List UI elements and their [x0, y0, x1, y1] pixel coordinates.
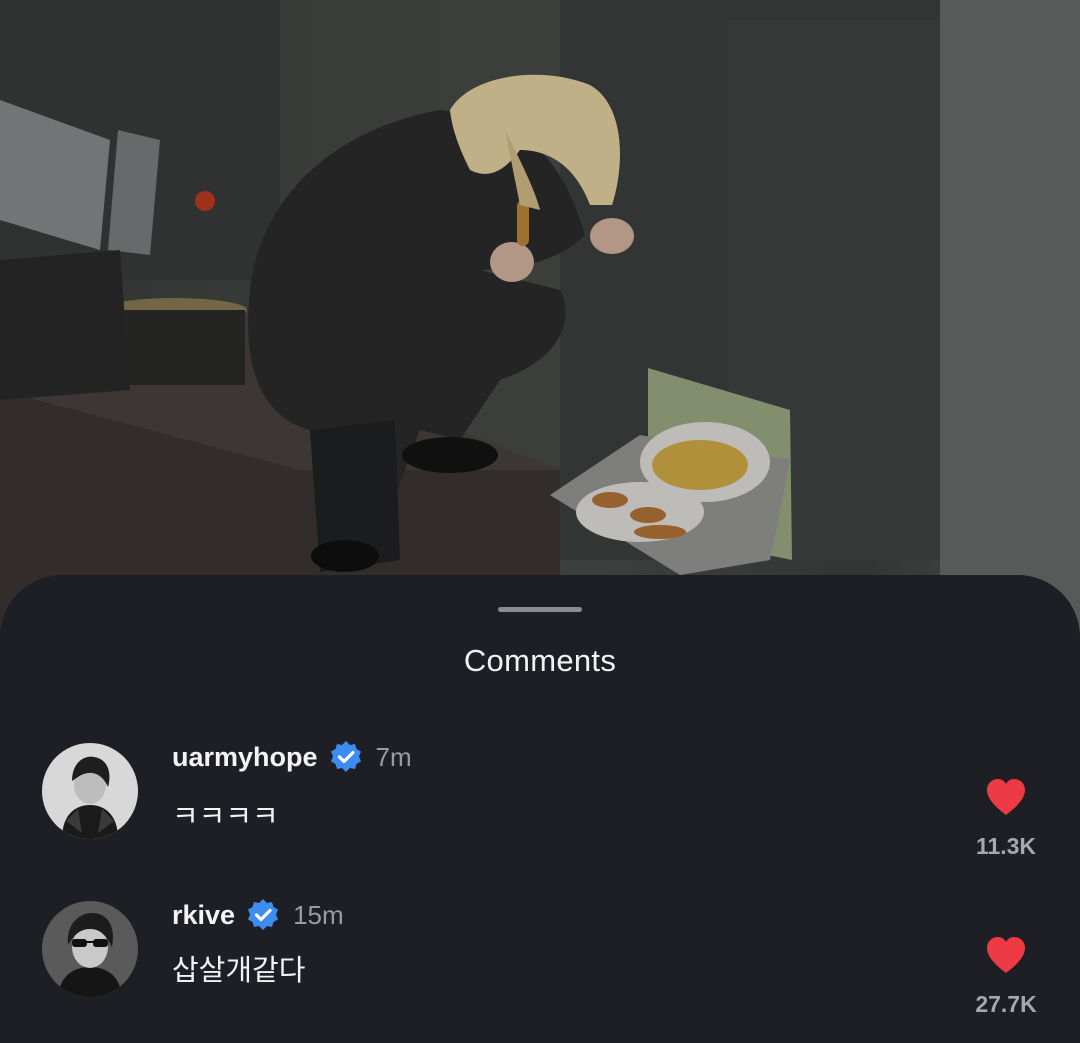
comment-username[interactable]: uarmyhope [172, 742, 318, 773]
verified-badge-icon [245, 897, 281, 933]
screen: Comments uarmyhope 7m ㅋㅋㅋㅋ 11.3K rkive 1… [0, 0, 1080, 1043]
comments-sheet: Comments uarmyhope 7m ㅋㅋㅋㅋ 11.3K rkive 1… [0, 575, 1080, 1043]
comment-time: 15m [293, 899, 344, 930]
comment-username[interactable]: rkive [172, 900, 235, 931]
photo-illustration [0, 0, 1080, 640]
comment-header: uarmyhope 7m [172, 737, 412, 777]
sheet-drag-handle[interactable] [498, 607, 582, 612]
avatar-rkive-image [42, 901, 138, 997]
sheet-title: Comments [463, 643, 617, 678]
comment-item: rkive 15m 삽살개같다 27.7K [0, 895, 1080, 1025]
avatar[interactable] [42, 901, 138, 997]
comment-header: rkive 15m [172, 895, 344, 935]
like-count: 11.3K [975, 833, 1037, 859]
comment-text: 삽살개같다 [172, 955, 306, 987]
comment-text: ㅋㅋㅋㅋ [172, 801, 279, 833]
avatar[interactable] [42, 743, 138, 839]
comment-time: 7m [375, 741, 412, 772]
heart-icon[interactable] [984, 935, 1028, 975]
like-count: 27.7K [975, 991, 1037, 1017]
comment-item: uarmyhope 7m ㅋㅋㅋㅋ 11.3K [0, 737, 1080, 867]
verified-badge-icon [328, 739, 364, 775]
heart-icon[interactable] [984, 777, 1028, 817]
post-photo [0, 0, 1080, 640]
avatar-uarmyhope-image [42, 743, 138, 839]
